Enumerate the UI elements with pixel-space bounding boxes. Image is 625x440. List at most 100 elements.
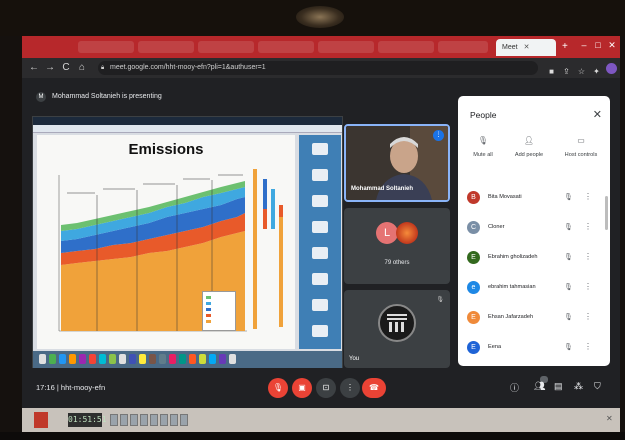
dock-app-icon	[49, 354, 56, 364]
add-people-button[interactable]: 👤︎ Add people	[504, 136, 554, 158]
folder-icon	[312, 325, 328, 337]
mic-off-icon[interactable]: 🎙︎	[564, 283, 573, 291]
participant-row[interactable]: B Bita Movasati 🎙︎ ⋮	[458, 188, 610, 210]
app-icon[interactable]	[34, 412, 48, 428]
folder-icon	[312, 299, 328, 311]
taskbar-widget[interactable]	[110, 414, 118, 426]
dock-app-icon	[139, 354, 146, 364]
mute-all-label: Mute all	[473, 152, 493, 158]
browser-tab[interactable]	[78, 41, 134, 53]
monitor-bezel-bottom	[0, 432, 625, 440]
chart-legend	[202, 291, 236, 331]
participant-avatar: E	[467, 341, 480, 354]
legend-swatch	[206, 320, 211, 323]
presenter-video-tile[interactable]: ⋮ Mohammad Soltanieh	[344, 124, 450, 202]
forward-icon[interactable]: →	[44, 61, 56, 75]
presenting-banner: M Mohammad Soltanieh is presenting	[36, 92, 162, 102]
side-bar	[253, 169, 257, 329]
taskbar-widget[interactable]	[160, 414, 168, 426]
home-icon[interactable]: ⌂	[76, 61, 88, 75]
new-tab-icon[interactable]: +	[562, 41, 568, 52]
more-vert-icon[interactable]: ⋮	[584, 222, 592, 231]
taskbar-widget[interactable]	[130, 414, 138, 426]
activities-icon[interactable]: ⁂	[574, 381, 583, 392]
participant-row[interactable]: E Ehsan Jafarzadeh 🎙︎ ⋮	[458, 308, 610, 330]
camera-indicator-icon[interactable]: ■	[546, 67, 557, 78]
meeting-code: hht-mooy-efn	[60, 383, 106, 392]
taskbar-widget[interactable]	[120, 414, 128, 426]
browser-tab[interactable]	[198, 41, 254, 53]
people-icon[interactable]: 👥︎	[534, 381, 545, 392]
close-icon[interactable]: ✕	[593, 108, 602, 121]
extension-icon[interactable]: ✦	[591, 67, 602, 78]
present-screen-icon[interactable]: ⊡	[316, 378, 336, 398]
back-icon[interactable]: ←	[28, 61, 40, 75]
logo-emblem	[387, 314, 407, 332]
more-vert-icon[interactable]: ⋮	[584, 342, 592, 351]
reload-icon[interactable]: C	[60, 61, 72, 75]
close-icon[interactable]: ✕	[606, 414, 613, 423]
browser-tab[interactable]	[318, 41, 374, 53]
browser-tab[interactable]	[138, 41, 194, 53]
taskbar-widget[interactable]	[180, 414, 188, 426]
participant-name: Bita Movasati	[488, 194, 522, 200]
browser-tab[interactable]	[438, 41, 488, 53]
mic-off-icon[interactable]: 🎙︎	[564, 343, 573, 351]
end-call-icon[interactable]: ☎︎	[362, 378, 386, 398]
legend-swatch	[206, 296, 211, 299]
more-vert-icon[interactable]: ⋮	[584, 312, 592, 321]
participant-row[interactable]: C Cloner 🎙︎ ⋮	[458, 218, 610, 240]
info-icon[interactable]: ⓘ	[510, 381, 519, 394]
side-bar	[271, 189, 275, 229]
meeting-details[interactable]: 17:16 | hht-mooy-efn	[36, 383, 105, 392]
close-icon[interactable]: ✕	[524, 44, 530, 51]
browser-tab[interactable]	[258, 41, 314, 53]
more-vert-icon[interactable]: ⋮	[584, 192, 592, 201]
participant-row[interactable]: E Ebrahim gholizadeh 🎙︎ ⋮	[458, 248, 610, 270]
mic-off-icon[interactable]: 🎙︎	[268, 378, 288, 398]
taskbar-widget[interactable]	[150, 414, 158, 426]
tab-meet[interactable]: Meet ✕	[496, 39, 556, 56]
mic-off-icon[interactable]: 🎙︎	[564, 193, 573, 201]
others-tile[interactable]: L 79 others	[344, 208, 450, 284]
maximize-icon[interactable]: □	[592, 40, 604, 52]
dock-app-icon	[109, 354, 116, 364]
camera-off-icon[interactable]: ▣	[292, 378, 312, 398]
dock-app-icon	[219, 354, 226, 364]
mic-off-icon[interactable]: 🎙︎	[564, 313, 573, 321]
minimize-icon[interactable]: –	[578, 40, 590, 52]
people-panel-title: People	[470, 110, 497, 120]
host-controls-button[interactable]: ▭ Host controls	[556, 136, 606, 158]
more-vert-icon[interactable]: ⋮	[584, 282, 592, 291]
browser-tab[interactable]	[378, 41, 434, 53]
host-shield-icon[interactable]: ⛉	[594, 381, 601, 392]
folder-icon	[312, 247, 328, 259]
side-bar	[279, 217, 283, 327]
mic-off-icon[interactable]: 🎙︎	[564, 253, 573, 261]
host-controls-icon: ▭	[577, 136, 585, 145]
meeting-time: 17:16	[36, 383, 55, 392]
bookmark-star-icon[interactable]: ☆	[576, 67, 587, 78]
chat-icon[interactable]: ▤	[554, 381, 563, 392]
mic-off-icon[interactable]: 🎙︎	[564, 223, 573, 231]
chart-side-bars	[249, 169, 291, 337]
taskbar-widget[interactable]	[170, 414, 178, 426]
presenting-banner-text: Mohammad Soltanieh is presenting	[52, 93, 162, 100]
self-video-tile[interactable]: 🎙︎ You	[344, 290, 450, 368]
profile-avatar[interactable]	[606, 63, 617, 74]
participant-avatar: E	[467, 251, 480, 264]
participant-row[interactable]: E Eena 🎙︎ ⋮	[458, 338, 610, 360]
meeting-separator: |	[56, 383, 59, 392]
mute-all-button[interactable]: 🎙︎ Mute all	[458, 136, 508, 158]
people-actions: 🎙︎ Mute all 👤︎ Add people ▭ Host control…	[458, 136, 610, 170]
folder-icon	[312, 169, 328, 181]
side-bar	[263, 209, 267, 229]
participant-row[interactable]: e ebrahim tahmasian 🎙︎ ⋮	[458, 278, 610, 300]
close-window-icon[interactable]: ✕	[606, 40, 618, 52]
share-icon[interactable]: ⇪	[561, 67, 572, 78]
more-options-icon[interactable]: ⋮	[340, 378, 360, 398]
participant-avatar: C	[467, 221, 480, 234]
address-bar[interactable]: 🔒︎ meet.google.com/hht-mooy-efn?pli=1&au…	[98, 61, 538, 75]
more-vert-icon[interactable]: ⋮	[584, 252, 592, 261]
taskbar-widget[interactable]	[140, 414, 148, 426]
